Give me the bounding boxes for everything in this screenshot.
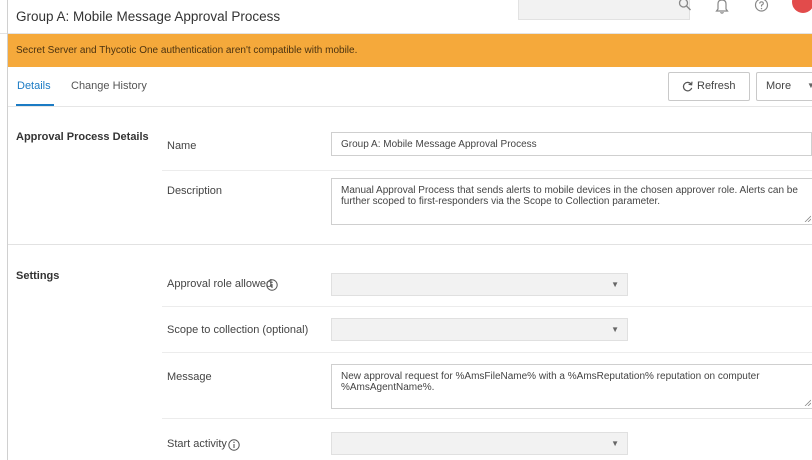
chevron-down-icon: ▼ xyxy=(611,280,619,289)
more-label: More xyxy=(766,80,792,92)
page-title: Group A: Mobile Message Approval Process xyxy=(16,9,281,24)
search-input[interactable] xyxy=(518,0,690,20)
chevron-down-icon: ▼ xyxy=(611,325,619,334)
banner-text: Secret Server and Thycotic One authentic… xyxy=(16,45,358,56)
name-label: Name xyxy=(167,140,197,152)
resize-handle-icon[interactable] xyxy=(804,399,811,406)
message-textarea[interactable]: New approval request for %AmsFileName% w… xyxy=(331,364,812,409)
scope-collection-select[interactable]: ▼ xyxy=(331,318,628,341)
description-label: Description xyxy=(167,185,223,197)
avatar[interactable] xyxy=(792,0,812,13)
search-icon[interactable] xyxy=(678,0,692,12)
bell-icon[interactable] xyxy=(715,0,729,14)
approval-role-label: Approval role allowed xyxy=(167,278,273,290)
mobile-warning-banner: Secret Server and Thycotic One authentic… xyxy=(8,34,812,67)
divider xyxy=(162,306,812,307)
info-icon[interactable] xyxy=(266,279,278,291)
section-title-approval-details: Approval Process Details xyxy=(16,131,149,143)
start-activity-select[interactable]: ▼ xyxy=(331,432,628,455)
divider xyxy=(162,170,812,171)
chevron-down-icon: ▼ xyxy=(807,81,812,90)
more-button[interactable]: More ▼ xyxy=(756,72,812,101)
name-input[interactable]: Group A: Mobile Message Approval Process xyxy=(331,132,812,156)
tab-change-history[interactable]: Change History xyxy=(71,80,147,92)
message-label: Message xyxy=(167,371,212,383)
active-tab-indicator xyxy=(16,104,54,106)
approval-role-select[interactable]: ▼ xyxy=(331,273,628,296)
top-bar: Group A: Mobile Message Approval Process xyxy=(0,0,812,460)
section-title-settings: Settings xyxy=(16,270,60,282)
scope-label: Scope to collection (optional) xyxy=(167,324,309,336)
start-activity-label: Start activity xyxy=(167,438,227,450)
help-icon[interactable] xyxy=(754,0,769,15)
description-text: Manual Approval Process that sends alert… xyxy=(341,185,798,207)
refresh-icon xyxy=(682,81,693,92)
divider xyxy=(162,352,812,353)
message-text: New approval request for %AmsFileName% w… xyxy=(341,371,760,393)
refresh-button[interactable]: Refresh xyxy=(668,72,750,101)
tab-details[interactable]: Details xyxy=(17,80,51,92)
refresh-label: Refresh xyxy=(697,80,736,92)
section-divider xyxy=(8,244,812,245)
chevron-down-icon: ▼ xyxy=(611,439,619,448)
info-icon[interactable] xyxy=(228,439,240,451)
divider xyxy=(162,418,812,419)
resize-handle-icon[interactable] xyxy=(804,215,811,222)
description-textarea[interactable]: Manual Approval Process that sends alert… xyxy=(331,178,812,225)
tabs-toolbar-row: Details Change History Refresh More ▼ xyxy=(8,67,812,107)
